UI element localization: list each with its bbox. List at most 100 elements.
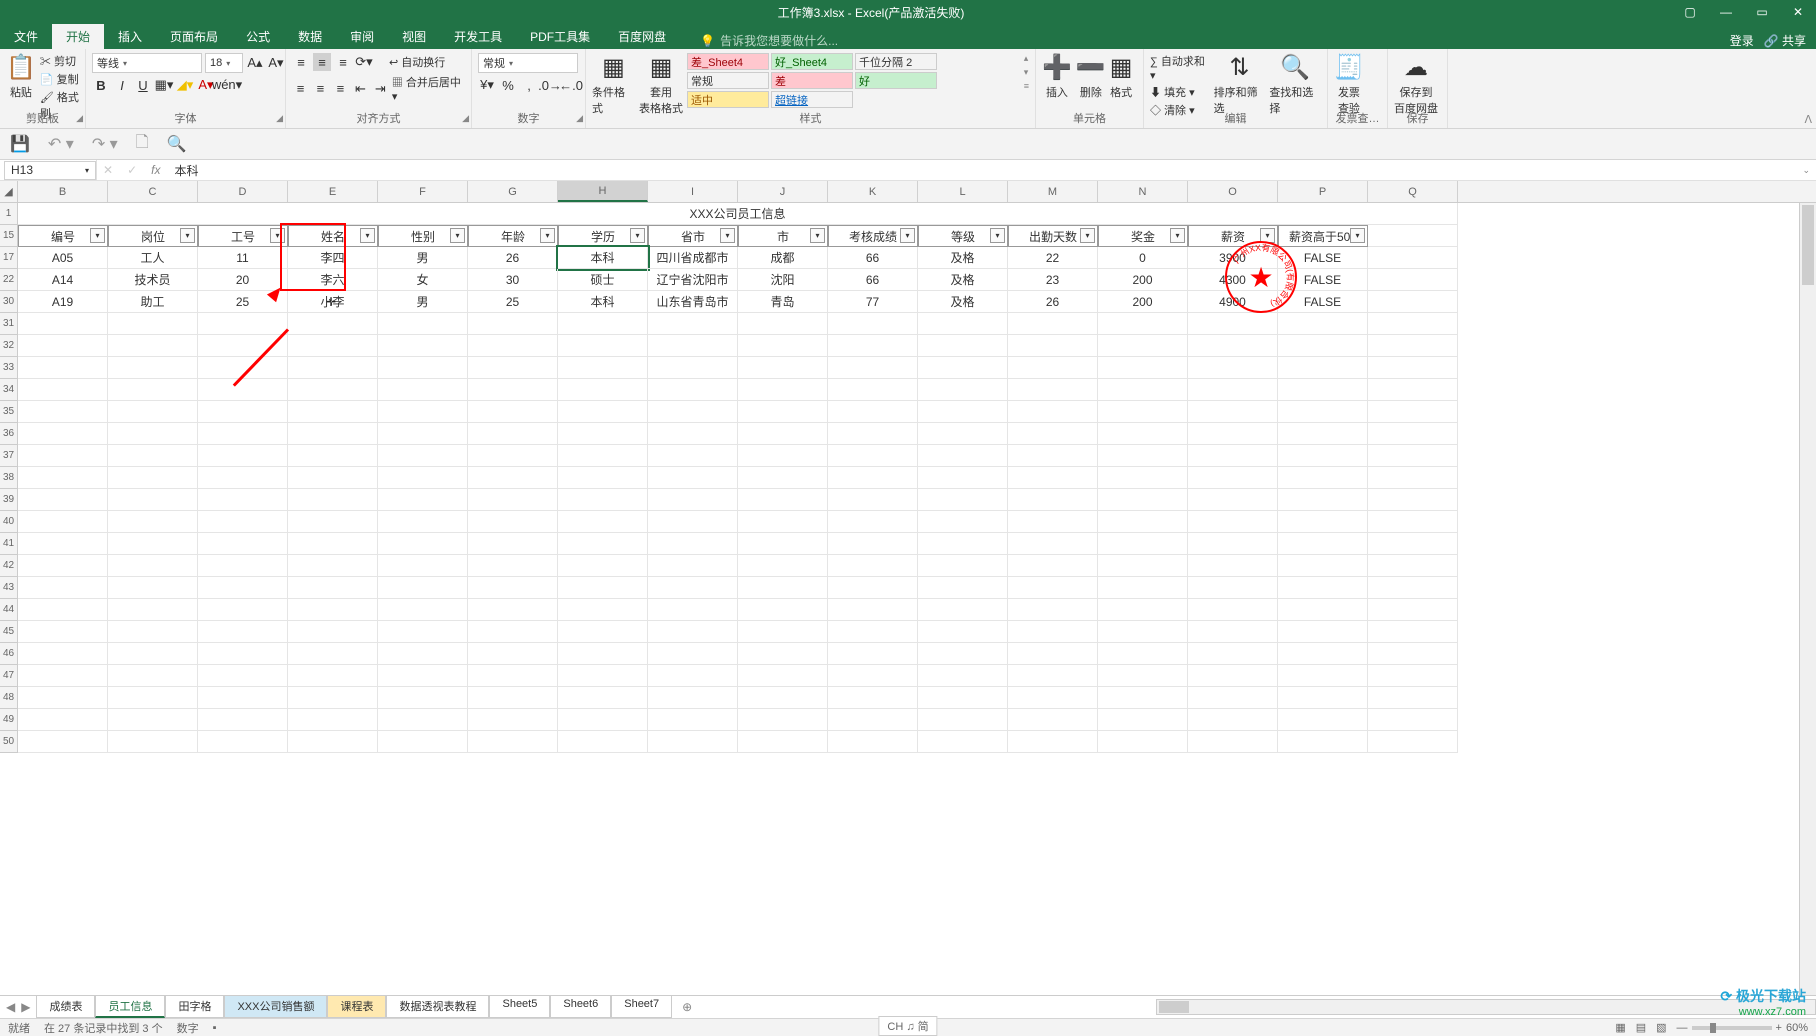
zoom-out-icon[interactable]: —	[1677, 1022, 1688, 1034]
empty-cell[interactable]	[468, 665, 558, 687]
phonetic-icon[interactable]: wén▾	[218, 76, 236, 94]
empty-cell[interactable]	[18, 709, 108, 731]
row-header[interactable]: 15	[0, 225, 18, 247]
empty-cell[interactable]	[648, 643, 738, 665]
empty-cell[interactable]	[198, 313, 288, 335]
sheet-tab[interactable]: 数据透视表教程	[386, 996, 489, 1018]
empty-cell[interactable]	[1098, 401, 1188, 423]
empty-cell[interactable]	[558, 577, 648, 599]
data-cell[interactable]: 沈阳	[738, 269, 828, 291]
data-cell[interactable]: 20	[198, 269, 288, 291]
empty-cell[interactable]	[1008, 731, 1098, 753]
number-launcher-icon[interactable]: ◢	[576, 113, 583, 124]
empty-cell[interactable]	[1098, 687, 1188, 709]
empty-cell[interactable]	[288, 643, 378, 665]
number-format-combo[interactable]: 常规▾	[478, 53, 578, 73]
row-header[interactable]: 43	[0, 577, 18, 599]
account-login[interactable]: 登录	[1730, 32, 1754, 49]
tab-home[interactable]: 开始	[52, 24, 104, 49]
empty-cell[interactable]	[1188, 555, 1278, 577]
filter-button[interactable]: ▾	[810, 228, 825, 243]
empty-cell[interactable]	[1368, 533, 1458, 555]
empty-cell[interactable]	[468, 357, 558, 379]
fill-color-icon[interactable]: ◢▾	[176, 76, 194, 94]
new-icon[interactable]: 🗋	[136, 131, 149, 158]
vertical-scrollbar[interactable]	[1799, 203, 1816, 995]
empty-cell[interactable]	[918, 643, 1008, 665]
data-cell[interactable]: 11	[198, 247, 288, 269]
autosum-button[interactable]: ∑ 自动求和 ▾	[1150, 53, 1210, 82]
row-header[interactable]: 36	[0, 423, 18, 445]
minimize-icon[interactable]: —	[1708, 0, 1744, 24]
empty-cell[interactable]	[1278, 313, 1368, 335]
undo-icon[interactable]: ↶ ▾	[48, 134, 74, 154]
empty-cell[interactable]	[468, 467, 558, 489]
fill-button[interactable]: ⬇ 填充 ▾	[1150, 84, 1210, 100]
empty-cell[interactable]	[1098, 379, 1188, 401]
empty-cell[interactable]	[918, 555, 1008, 577]
empty-cell[interactable]	[288, 533, 378, 555]
empty-cell[interactable]	[1278, 379, 1368, 401]
formula-input[interactable]: 本科	[174, 162, 198, 179]
style-thousand[interactable]: 千位分隔 2	[855, 53, 937, 70]
empty-cell[interactable]	[828, 709, 918, 731]
accounting-icon[interactable]: ¥▾	[478, 76, 496, 94]
empty-cell[interactable]	[468, 511, 558, 533]
empty-cell[interactable]	[108, 599, 198, 621]
sheet-tab[interactable]: 课程表	[327, 996, 386, 1018]
empty-cell[interactable]	[918, 401, 1008, 423]
empty-cell[interactable]	[1188, 665, 1278, 687]
empty-cell[interactable]	[378, 511, 468, 533]
data-cell[interactable]: 男	[378, 247, 468, 269]
empty-cell[interactable]	[1188, 423, 1278, 445]
empty-cell[interactable]	[288, 599, 378, 621]
data-cell[interactable]: A19	[18, 291, 108, 313]
empty-cell[interactable]	[1188, 731, 1278, 753]
empty-cell[interactable]	[828, 665, 918, 687]
empty-cell[interactable]	[198, 709, 288, 731]
data-cell[interactable]: 女	[378, 269, 468, 291]
align-middle-icon[interactable]: ≡	[313, 53, 331, 71]
alignment-launcher-icon[interactable]: ◢	[462, 113, 469, 124]
empty-cell[interactable]	[198, 379, 288, 401]
empty-cell[interactable]	[738, 357, 828, 379]
empty-cell[interactable]	[288, 489, 378, 511]
cancel-formula-icon[interactable]: ✕	[103, 163, 113, 177]
row-header[interactable]: 42	[0, 555, 18, 577]
cut-button[interactable]: ✂ 剪切	[40, 53, 79, 69]
print-preview-icon[interactable]: 🔍	[167, 134, 187, 154]
empty-cell[interactable]	[1278, 665, 1368, 687]
empty-cell[interactable]	[198, 599, 288, 621]
col-header-H[interactable]: H	[558, 181, 648, 202]
tab-insert[interactable]: 插入	[104, 24, 156, 49]
empty-cell[interactable]	[1188, 379, 1278, 401]
empty-cell[interactable]	[108, 467, 198, 489]
maximize-icon[interactable]: ▭	[1744, 0, 1780, 24]
empty-cell[interactable]	[558, 687, 648, 709]
styles-scroll-up-icon[interactable]: ▴	[1024, 53, 1029, 64]
tab-baidu[interactable]: 百度网盘	[604, 24, 680, 49]
italic-icon[interactable]: I	[113, 76, 131, 94]
empty-cell[interactable]	[918, 357, 1008, 379]
empty-cell[interactable]	[1368, 445, 1458, 467]
data-cell[interactable]: 四川省成都市	[648, 247, 738, 269]
empty-cell[interactable]	[648, 445, 738, 467]
empty-cell[interactable]	[1368, 511, 1458, 533]
empty-cell[interactable]	[288, 709, 378, 731]
empty-cell[interactable]	[738, 511, 828, 533]
col-header-D[interactable]: D	[198, 181, 288, 202]
empty-cell[interactable]	[108, 357, 198, 379]
sheet-nav-last-icon[interactable]: ▶	[21, 1000, 30, 1014]
empty-cell[interactable]	[1278, 687, 1368, 709]
empty-cell[interactable]	[468, 731, 558, 753]
empty-cell[interactable]	[18, 489, 108, 511]
style-hyperlink[interactable]: 超链接	[771, 91, 853, 108]
empty-cell[interactable]	[558, 401, 648, 423]
data-cell[interactable]: 硕士	[558, 269, 648, 291]
data-cell[interactable]: 男	[378, 291, 468, 313]
empty-cell[interactable]	[918, 379, 1008, 401]
column-header-cell[interactable]: 年龄▾	[468, 225, 558, 247]
empty-cell[interactable]	[1368, 379, 1458, 401]
align-bottom-icon[interactable]: ≡	[334, 53, 352, 71]
column-header-cell[interactable]: 姓名▾	[288, 225, 378, 247]
